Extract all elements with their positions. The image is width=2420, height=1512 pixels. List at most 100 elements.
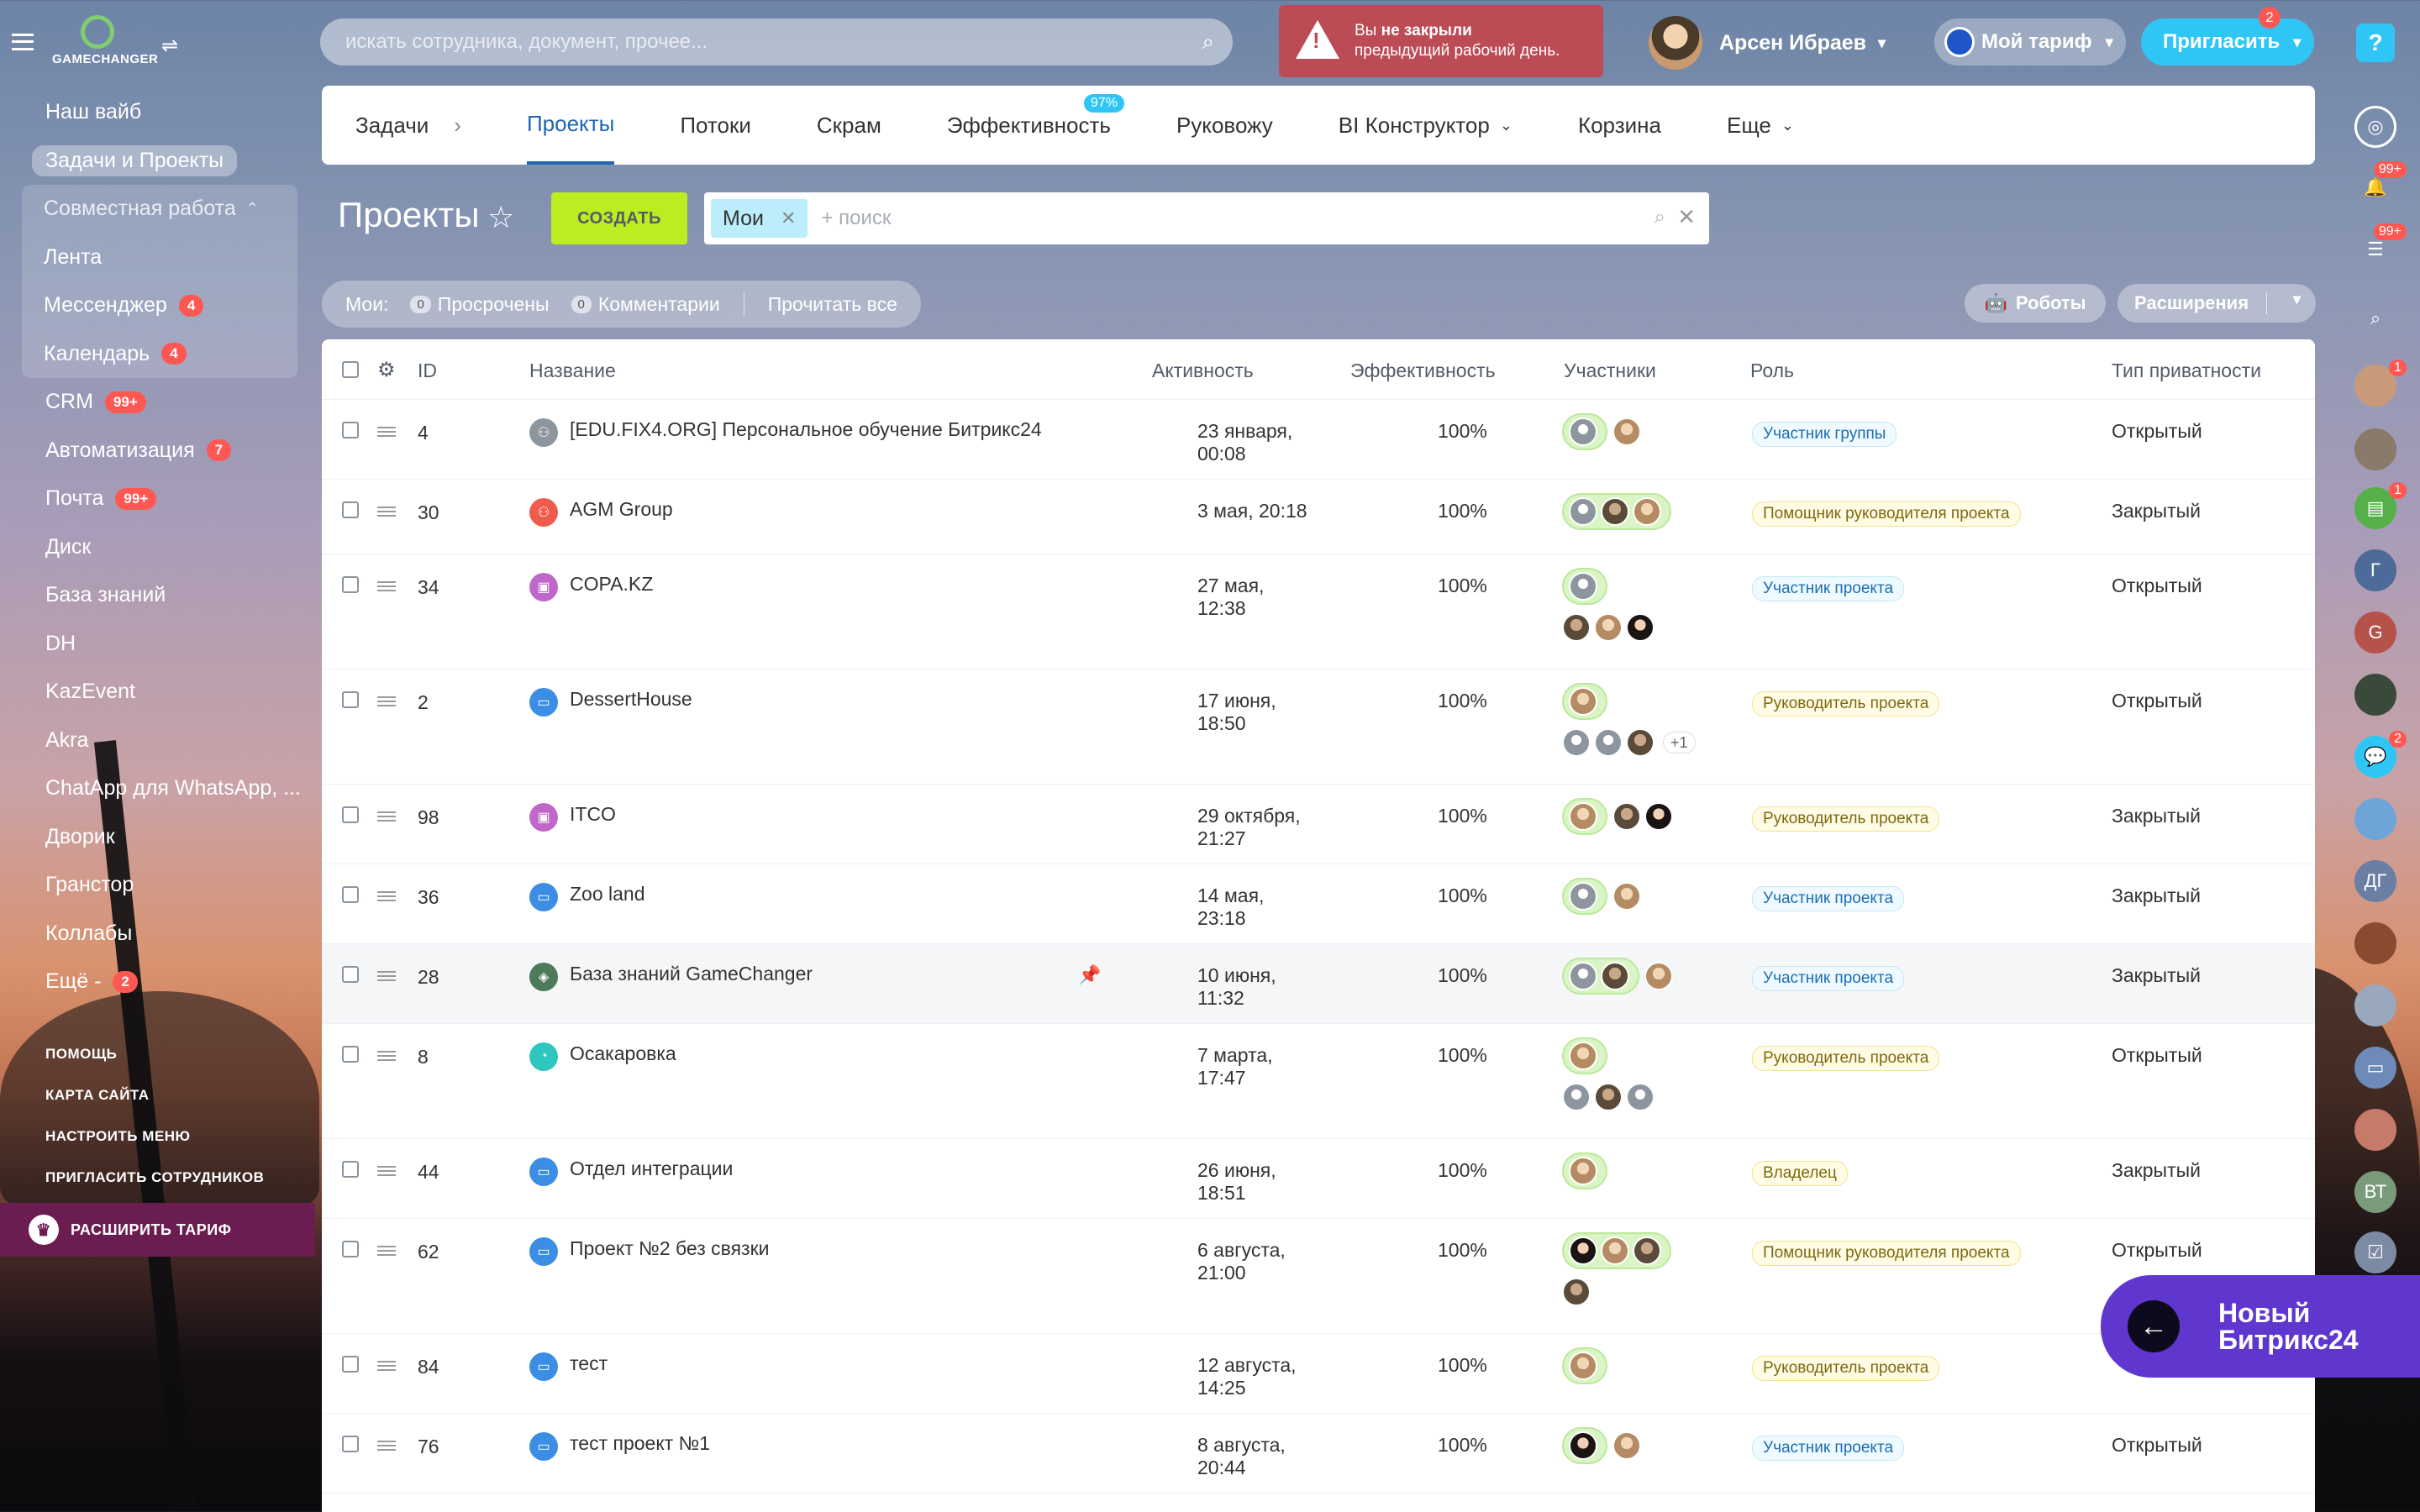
sidebar-item-collabs[interactable]: Коллабы [24, 910, 313, 958]
table-row[interactable]: 34 ▣ COPA.KZ 27 мая, 12:38 100% Участник … [322, 554, 2315, 669]
avatar[interactable] [1601, 962, 1629, 990]
contact-check-icon[interactable]: ☑ [2354, 1231, 2396, 1273]
project-name-link[interactable]: Отдел интеграции [570, 1158, 733, 1180]
avatar[interactable] [1633, 497, 1661, 526]
create-button[interactable]: СОЗДАТЬ [551, 192, 687, 244]
avatar[interactable] [1569, 1042, 1597, 1070]
avatar[interactable] [1633, 1236, 1661, 1265]
column-header-name[interactable]: Название [529, 360, 616, 382]
avatar[interactable] [1569, 962, 1597, 990]
search-icon[interactable]: ⌕ [1202, 29, 1214, 55]
drag-handle-icon[interactable] [377, 1361, 396, 1371]
contact-initials[interactable]: ДГ [2354, 860, 2396, 902]
table-row[interactable]: 36 ▭ Zoo land 14 мая, 23:18 100% Участник… [322, 864, 2315, 944]
column-header-role[interactable]: Роль [1750, 360, 1794, 382]
help-icon[interactable]: ? [2356, 24, 2395, 62]
overdue-filter[interactable]: Просрочены [438, 293, 550, 316]
avatar[interactable] [1612, 417, 1641, 446]
notifications-icon[interactable]: 🔔 99+ [2354, 161, 2407, 208]
menu-burger-icon[interactable] [12, 34, 34, 50]
new-bitrix24-promo[interactable]: ← Новый Битрикс24 [2101, 1275, 2420, 1378]
avatar[interactable] [1562, 728, 1591, 757]
avatar[interactable] [1612, 802, 1641, 831]
sidebar-item-chatapp[interactable]: ChatApp для WhatsApp, ... [24, 764, 313, 813]
my-tariff-button[interactable]: Мой тариф ▾ [1934, 18, 2126, 66]
row-checkbox[interactable] [342, 1161, 359, 1178]
sidebar-item-mail[interactable]: Почта 99+ [24, 475, 313, 523]
tab-tasks[interactable]: Задачи › [355, 86, 461, 165]
sidebar-item-granstor[interactable]: Гранстор [24, 861, 313, 910]
contact-initials[interactable]: Г [2354, 549, 2396, 591]
avatar[interactable] [1644, 802, 1673, 831]
table-row[interactable]: 76 ▭ тест проект №1 8 августа, 20:44 100%… [322, 1414, 2315, 1494]
tab-flows[interactable]: Потоки [680, 86, 751, 165]
open-chat-icon[interactable]: 💬 2 [2354, 731, 2407, 778]
table-row[interactable]: 28 ◈ База знаний GameChanger 📌 10 июня, 1… [322, 944, 2315, 1024]
comments-filter[interactable]: Комментарии [598, 293, 720, 316]
avatar[interactable] [1569, 882, 1597, 911]
sitemap-link[interactable]: КАРТА САЙТА [45, 1087, 264, 1128]
avatar[interactable] [1562, 1278, 1591, 1306]
table-row[interactable]: 98 ▣ ITCO 29 октября, 21:27 100% Руководи… [322, 785, 2315, 864]
avatar[interactable] [1569, 1236, 1597, 1265]
avatar[interactable] [1569, 572, 1597, 601]
avatar[interactable] [1569, 1431, 1597, 1460]
contact-avatar[interactable] [2354, 674, 2396, 716]
more-members-link[interactable]: +1 [1663, 732, 1696, 754]
user-menu[interactable]: Арсен Ибраев ▾ [1649, 13, 1886, 72]
help-link[interactable]: ПОМОЩЬ [45, 1046, 264, 1087]
table-row[interactable]: 84 ▭ тест 12 августа, 14:25 100% Руководи… [322, 1334, 2315, 1414]
search-icon[interactable]: ⌕ [1655, 206, 1665, 229]
robots-button[interactable]: 🤖 Роботы [1965, 284, 2106, 323]
tab-managing[interactable]: Руковожу [1176, 86, 1273, 165]
close-icon[interactable]: ✕ [781, 207, 796, 229]
tasks-counter-icon[interactable]: ☰ 99+ [2354, 223, 2407, 270]
project-name-link[interactable]: Проект №2 без связки [570, 1237, 770, 1260]
avatar[interactable] [1601, 1236, 1629, 1265]
avatar[interactable] [1594, 728, 1623, 757]
project-name-link[interactable]: ITCO [570, 803, 616, 826]
sidebar-item-tasks-projects[interactable]: Задачи и Проекты [24, 137, 313, 186]
upgrade-plan-button[interactable]: ♛ РАСШИРИТЬ ТАРИФ [0, 1203, 315, 1257]
avatar[interactable] [1569, 687, 1597, 716]
row-checkbox[interactable] [342, 576, 359, 593]
sidebar-item-knowledge-base[interactable]: База знаний [24, 571, 313, 620]
extensions-button[interactable]: Расширения ▾ [2118, 284, 2316, 323]
row-checkbox[interactable] [342, 886, 359, 903]
sidebar-item-disk[interactable]: Диск [24, 523, 313, 572]
copilot-icon[interactable]: ◎ [2354, 106, 2396, 148]
read-all-link[interactable]: Прочитать все [768, 293, 897, 316]
drag-handle-icon[interactable] [377, 1246, 396, 1256]
tab-bi-builder[interactable]: BI Конструктор ⌄ [1339, 86, 1512, 165]
invite-button[interactable]: Пригласить ▾ 2 [2141, 7, 2314, 66]
sidebar-item-akra[interactable]: Akra [24, 717, 313, 765]
workday-warning-banner[interactable]: ! Вы не закрыли предыдущий рабочий день. [1279, 5, 1603, 77]
column-header-activity[interactable]: Активность [1152, 360, 1254, 382]
chevron-down-icon[interactable]: ▾ [2293, 291, 2301, 308]
tab-efficiency[interactable]: Эффективность 97% [947, 86, 1124, 165]
drag-handle-icon[interactable] [377, 581, 396, 591]
gear-icon[interactable]: ⚙ [377, 358, 396, 382]
sidebar-item-feed[interactable]: Лента [22, 234, 297, 282]
company-logo[interactable]: GAMECHANGER [52, 15, 158, 69]
filter-chip-my[interactable]: Мои ✕ [711, 199, 808, 238]
pin-icon[interactable]: 📌 [1078, 964, 1101, 986]
tab-more[interactable]: Еще ⌄ [1727, 86, 1794, 165]
menu-settings-icon[interactable]: ⇌ [161, 34, 178, 58]
contact-card-icon[interactable]: ▭ [2354, 1047, 2396, 1089]
drag-handle-icon[interactable] [377, 1441, 396, 1451]
project-name-link[interactable]: COPA.KZ [570, 573, 653, 596]
contact-avatar[interactable] [2354, 922, 2396, 964]
avatar[interactable] [1569, 1157, 1597, 1185]
avatar[interactable] [1626, 728, 1655, 757]
row-checkbox[interactable] [342, 1436, 359, 1452]
avatar[interactable] [1562, 1083, 1591, 1111]
table-row[interactable]: 2 ▭ DessertHouse 17 июня, 18:50 100% +1 Р… [322, 669, 2315, 785]
avatar[interactable] [1562, 613, 1591, 642]
sidebar-item-kazevent[interactable]: KazEvent [24, 668, 313, 717]
project-name-link[interactable]: Zoo land [570, 883, 645, 906]
row-checkbox[interactable] [342, 1046, 359, 1063]
avatar[interactable] [1569, 417, 1597, 446]
sidebar-item-automation[interactable]: Автоматизация 7 [24, 427, 313, 475]
table-row[interactable]: 62 ▭ Проект №2 без связки 6 августа, 21:0… [322, 1219, 2315, 1334]
